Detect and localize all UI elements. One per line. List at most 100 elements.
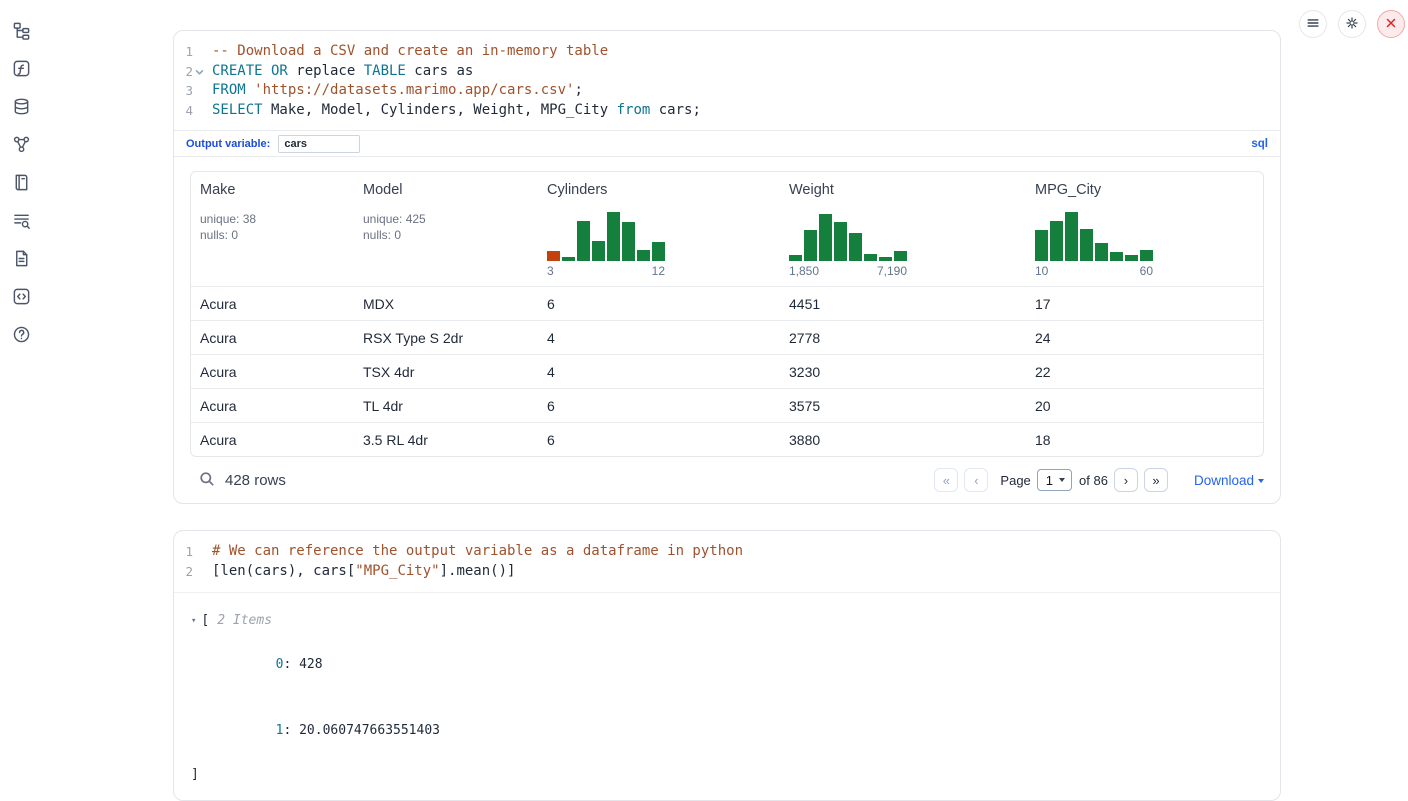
fold-chevron-icon[interactable] (195, 68, 204, 77)
table-search-button[interactable] (199, 471, 215, 490)
column-name: Make (200, 182, 346, 198)
code-line: 3 FROM 'https://datasets.marimo.app/cars… (174, 81, 1280, 101)
first-page-button[interactable]: « (934, 468, 958, 492)
nulls-stat: nulls: 0 (200, 227, 346, 243)
hist-bar (1080, 229, 1093, 261)
column-header-weight[interactable]: Weight 1,850 7,190 (780, 172, 1026, 286)
previous-page-button[interactable]: ‹ (964, 468, 988, 492)
table-header-row: Make unique: 38 nulls: 0 Model unique: 4… (191, 172, 1263, 286)
sidebar-item-dependency-graph[interactable] (10, 135, 32, 157)
table-section: Make unique: 38 nulls: 0 Model unique: 4… (174, 157, 1280, 457)
code-brackets-icon (12, 287, 31, 309)
column-header-cylinders[interactable]: Cylinders 3 12 (538, 172, 780, 286)
close-icon (1384, 16, 1398, 33)
code-line: 4 SELECT Make, Model, Cylinders, Weight,… (174, 101, 1280, 121)
histogram-axis: 10 60 (1035, 264, 1153, 278)
nulls-stat: nulls: 0 (363, 227, 530, 243)
chevron-left-icon: ‹ (974, 473, 978, 488)
data-table: Make unique: 38 nulls: 0 Model unique: 4… (190, 171, 1264, 457)
chevron-right-icon: › (1124, 473, 1128, 488)
tree-entry-value: 20.060747663551403 (299, 723, 440, 738)
hist-bar (577, 221, 590, 262)
sidebar-item-scratchpad[interactable] (10, 59, 32, 81)
output-variable-bar: Output variable: sql (174, 130, 1280, 157)
list-search-icon (12, 211, 31, 233)
hamburger-menu-icon (1306, 16, 1320, 33)
file-tree-icon (12, 21, 31, 43)
sidebar-item-datasources[interactable] (10, 97, 32, 119)
histogram-axis: 3 12 (547, 264, 665, 278)
column-header-make[interactable]: Make unique: 38 nulls: 0 (191, 172, 354, 286)
hist-bar (864, 254, 877, 262)
code-line: 1 # We can reference the output variable… (174, 542, 1280, 562)
download-label: Download (1194, 473, 1254, 488)
code-text: [len(cars), cars["MPG_City"].mean()] (212, 562, 515, 582)
axis-max: 60 (1140, 264, 1153, 278)
column-stats: unique: 38 nulls: 0 (200, 211, 346, 243)
axis-max: 7,190 (877, 264, 907, 278)
column-name: Model (363, 182, 530, 198)
table-row[interactable]: Acura TL 4dr 6 3575 20 (191, 388, 1263, 422)
code-line: 1 -- Download a CSV and create an in-mem… (174, 42, 1280, 62)
shutdown-button[interactable] (1377, 10, 1405, 38)
cylinders-histogram (547, 209, 665, 261)
table-row[interactable]: Acura TSX 4dr 4 3230 22 (191, 354, 1263, 388)
column-name: MPG_City (1035, 182, 1255, 198)
download-button[interactable]: Download (1194, 473, 1264, 488)
line-number: 1 (174, 542, 193, 562)
code-text: -- Download a CSV and create an in-memor… (212, 42, 608, 62)
column-header-model[interactable]: Model unique: 425 nulls: 0 (354, 172, 538, 286)
hist-bar (622, 222, 635, 261)
column-name: Cylinders (547, 182, 772, 198)
sidebar-item-help[interactable] (10, 325, 32, 347)
notebook-icon (12, 173, 31, 195)
table-row[interactable]: Acura MDX 6 4451 17 (191, 286, 1263, 320)
double-chevron-right-icon: » (1152, 473, 1159, 488)
hist-bar (1140, 250, 1153, 261)
line-number: 3 (174, 81, 193, 101)
sidebar-item-outline[interactable] (10, 173, 32, 195)
hist-bar (849, 233, 862, 262)
left-sidebar (0, 0, 42, 729)
table-row[interactable]: Acura RSX Type S 2dr 4 2778 24 (191, 320, 1263, 354)
code-text: # We can reference the output variable a… (212, 542, 743, 562)
python-code-editor[interactable]: 1 # We can reference the output variable… (174, 531, 1280, 591)
line-number: 2 (174, 562, 193, 582)
help-icon (12, 325, 31, 347)
sidebar-item-logs[interactable] (10, 211, 32, 233)
sidebar-item-documentation[interactable] (10, 249, 32, 271)
document-icon (12, 249, 31, 271)
hist-bar (652, 242, 665, 262)
language-badge: sql (1251, 138, 1268, 150)
weight-histogram (789, 209, 907, 261)
chevron-down-icon[interactable]: ▾ (191, 610, 196, 632)
hist-bar (1050, 221, 1063, 262)
output-variable-input[interactable] (278, 135, 360, 153)
hist-bar (1110, 252, 1123, 261)
page-total-label: of 86 (1079, 473, 1108, 488)
page-select[interactable]: 1 (1037, 469, 1072, 491)
sidebar-item-files[interactable] (10, 21, 32, 43)
settings-button[interactable] (1338, 10, 1366, 38)
sidebar-item-snippets[interactable] (10, 287, 32, 309)
items-count: 2 Items (217, 610, 272, 632)
mpg-city-histogram (1035, 209, 1153, 261)
next-page-button[interactable]: › (1114, 468, 1138, 492)
gear-icon (1345, 16, 1359, 33)
hist-bar (562, 257, 575, 261)
table-row[interactable]: Acura 3.5 RL 4dr 6 3880 18 (191, 422, 1263, 456)
chevron-down-icon (1258, 479, 1264, 483)
menu-button[interactable] (1299, 10, 1327, 38)
tree-root[interactable]: ▾ [ 2 Items (191, 610, 1264, 632)
hist-bar (834, 222, 847, 261)
hist-bar (879, 257, 892, 261)
python-cell: 1 # We can reference the output variable… (173, 530, 1281, 800)
column-header-mpg-city[interactable]: MPG_City 10 60 (1026, 172, 1263, 286)
code-line: 2 [len(cars), cars["MPG_City"].mean()] (174, 562, 1280, 582)
last-page-button[interactable]: » (1144, 468, 1168, 492)
output-variable-label: Output variable: (186, 138, 270, 150)
page-label: Page (1000, 473, 1030, 488)
chevron-down-icon (1059, 478, 1065, 482)
sql-code-editor[interactable]: 1 -- Download a CSV and create an in-mem… (174, 31, 1280, 130)
hist-bar (894, 251, 907, 261)
